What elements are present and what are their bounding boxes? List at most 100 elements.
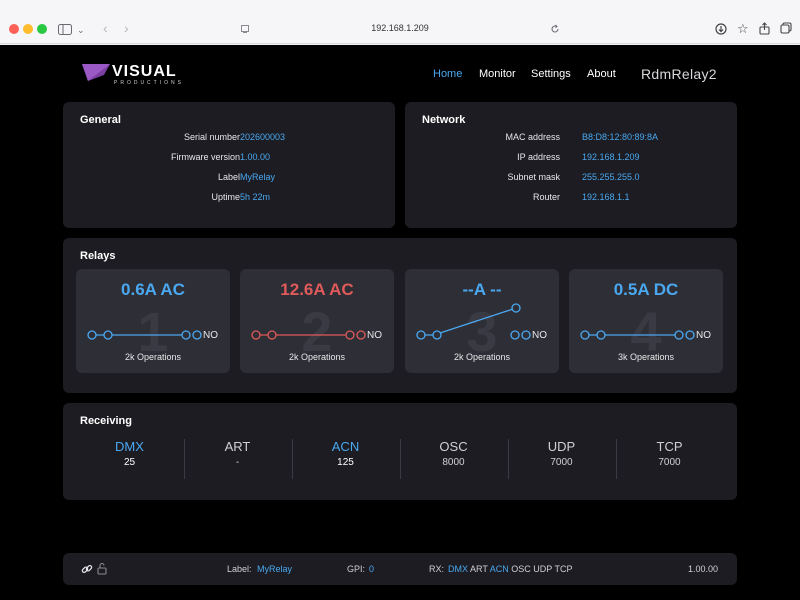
mac-address-label: MAC address [505,132,560,142]
back-icon[interactable]: ‹ [103,21,108,35]
relay-operations: 2k Operations [124,352,182,362]
relay-contact [674,330,684,340]
status-gpi-value: 0 [369,564,375,574]
download-icon[interactable] [715,23,727,35]
general-title: General [80,114,121,126]
ip-address-value: 192.168.1.209 [582,152,640,162]
relay-switch-arm [439,308,514,334]
relay-terminal [521,330,531,340]
chevron-down-icon[interactable]: ⌄ [77,24,85,36]
uptime-value: 5h 22m [240,192,271,202]
relay-terminal [192,330,202,340]
minimize-window-button[interactable] [23,24,33,34]
tabs-overview-icon[interactable] [780,22,792,34]
relay-operations: 2k Operations [453,352,511,362]
close-window-button[interactable] [9,24,19,34]
address-bar[interactable]: 192.168.1.209 [230,18,570,40]
share-icon[interactable] [759,22,770,35]
serial-number-value: 202600003 [240,132,286,142]
status-rx-item: DMX [448,564,468,574]
relay-contact-type: NO [696,330,711,341]
receiving-value: 7000 [550,457,573,468]
relay-current: 12.6A AC [280,280,354,299]
relay-pivot [267,330,277,340]
receiving-protocol: UDP [547,439,576,454]
receiving-protocol: DMX [115,439,144,454]
ip-address-label: IP address [517,152,560,162]
status-gpi-caption: GPI: [347,564,366,574]
status-rx-item: TCP [554,564,573,574]
zoom-window-button[interactable] [37,24,47,34]
relay-tile-2[interactable]: 2 12.6A AC NO 2k Operations [240,269,394,373]
status-bar: Label: MyRelay GPI: 0 RX: DMX ART ACN OS… [63,553,737,585]
reload-icon[interactable] [550,24,560,34]
nav-about[interactable]: About [587,68,616,80]
status-label-caption: Label: [227,564,252,574]
visual-productions-logo[interactable]: VISUAL PRODUCTIONS [80,61,200,87]
status-rx-item: UDP [533,564,553,574]
relay-current: 0.5A DC [613,280,679,299]
status-rx-item: ART [470,564,488,574]
firmware-version-label: Firmware version [170,152,240,162]
logo-text: VISUAL [112,63,177,80]
relay-tile-1[interactable]: 1 0.6A AC NO 2k Operations [76,269,230,373]
page: VISUAL PRODUCTIONS Home Monitor Settings… [0,45,800,600]
receiving-protocol: OSC [439,439,468,454]
relay-terminal [356,330,366,340]
link-icon[interactable] [81,563,93,575]
relay-operations: 2k Operations [288,352,346,362]
receiving-protocol: ART [224,439,251,454]
browser-toolbar: ⌄ ‹ › 192.168.1.209 ☆ [0,0,800,44]
relay-terminal [685,330,695,340]
router-label: Router [532,192,560,202]
firmware-version-value: 1.00.00 [240,152,271,162]
relays-title: Relays [80,250,116,262]
relay-terminal [251,330,261,340]
subnet-mask-label: Subnet mask [507,172,560,182]
relay-tile-4[interactable]: 4 0.5A DC NO 3k Operations [569,269,723,373]
status-rx-list: DMX ART ACN OSC UDP TCP [448,564,572,574]
general-card: General Serial number 202600003 Firmware… [63,102,395,228]
relay-contact-type: NO [532,330,547,341]
forward-icon[interactable]: › [124,21,129,35]
network-card: Network MAC address B8:D8:12:80:89:8A IP… [405,102,737,228]
receiving-value: 7000 [658,457,681,468]
receiving-osc: OSC 8000 [400,439,507,479]
relay-contact-type: NO [367,330,382,341]
receiving-value: 125 [337,457,354,468]
status-rx-item: ACN [489,564,509,574]
relay-contact-type: NO [203,330,218,341]
relays-card: Relays 1 0.6A AC NO 2k Operations 2 12.6… [63,238,737,393]
relay-pivot [432,330,442,340]
receiving-art: ART - [184,439,291,479]
relay-terminal [580,330,590,340]
unlock-icon[interactable] [97,562,107,575]
relay-current: --A -- [462,280,502,299]
receiving-acn: ACN 125 [292,439,399,479]
mac-address-value: B8:D8:12:80:89:8A [582,132,659,142]
product-name: RdmRelay2 [641,66,717,82]
network-title: Network [422,114,466,126]
receiving-protocol: ACN [331,439,360,454]
relay-operations: 3k Operations [617,352,675,362]
receiving-dmx: DMX 25 [76,439,183,479]
bookmark-star-icon[interactable]: ☆ [737,22,749,35]
status-label-value: MyRelay [257,564,293,574]
browser-window: ⌄ ‹ › 192.168.1.209 ☆ VISUAL PRODUCTIONS… [0,0,800,600]
relay-pivot [103,330,113,340]
label-value: MyRelay [240,172,276,182]
label-label: Label [217,172,240,182]
nav-home[interactable]: Home [433,68,462,80]
relay-tile-3[interactable]: 3 --A -- NO 2k Operations [405,269,559,373]
receiving-protocol: TCP [656,439,683,454]
relay-contact [181,330,191,340]
subnet-mask-value: 255.255.255.0 [582,172,640,182]
relay-contact [345,330,355,340]
receiving-card: Receiving DMX 25 ART - ACN 125 OSC 8000 [63,403,737,500]
serial-number-label: Serial number [183,132,240,142]
nav-monitor[interactable]: Monitor [479,68,516,80]
receiving-title: Receiving [80,415,132,427]
status-rx-item: OSC [511,564,531,574]
nav-settings[interactable]: Settings [531,68,571,80]
sidebar-toggle-icon[interactable] [58,24,72,35]
